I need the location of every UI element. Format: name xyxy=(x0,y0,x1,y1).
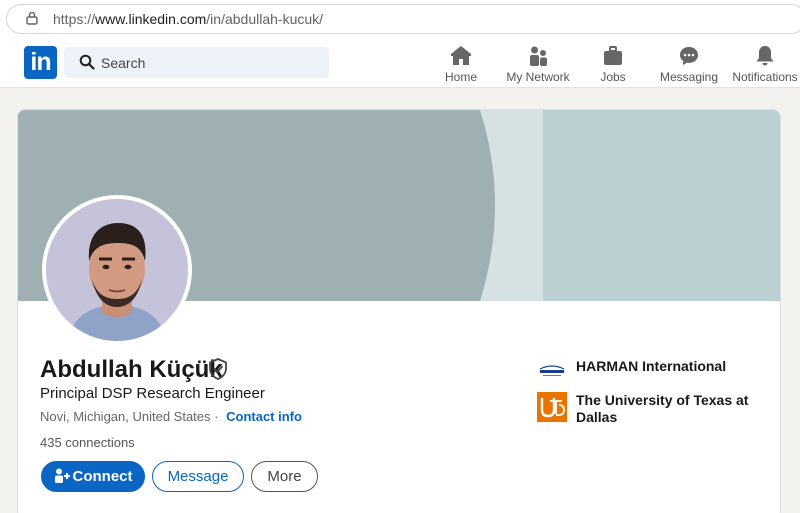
message-button[interactable]: Message xyxy=(152,461,244,492)
messaging-icon xyxy=(680,47,698,65)
browser-address-bar: https://www.linkedin.com/in/abdullah-kuc… xyxy=(0,0,800,38)
url-text[interactable]: https://www.linkedin.com/in/abdullah-kuc… xyxy=(53,11,323,27)
nav-home[interactable]: Home xyxy=(421,44,501,84)
search-bar[interactable]: Search xyxy=(64,47,329,78)
harman-logo-icon xyxy=(537,356,567,386)
nav-label: Home xyxy=(444,70,477,84)
person-photo-icon xyxy=(46,199,188,341)
bell-icon xyxy=(756,46,774,66)
home-icon xyxy=(451,46,471,65)
nav-jobs[interactable]: Jobs xyxy=(573,44,653,84)
contact-info-link[interactable]: Contact info xyxy=(226,409,302,424)
nav-messaging[interactable]: Messaging xyxy=(649,44,729,84)
profile-photo[interactable] xyxy=(42,195,192,345)
search-input[interactable]: Search xyxy=(101,55,145,71)
utd-logo-icon xyxy=(537,392,567,422)
nav-notifications[interactable]: Notifications xyxy=(725,44,800,84)
linkedin-logo[interactable]: in xyxy=(24,46,57,79)
verified-shield-icon[interactable] xyxy=(208,358,228,380)
add-person-icon xyxy=(54,468,70,483)
profile-card: Abdullah Küçük Principal DSP Research En… xyxy=(17,109,781,513)
search-icon xyxy=(79,54,95,70)
connect-label: Connect xyxy=(72,468,133,485)
nav-label: Notifications xyxy=(732,70,798,84)
nav-label: My Network xyxy=(506,70,570,84)
lock-icon[interactable] xyxy=(26,11,38,25)
network-icon xyxy=(530,46,547,66)
nav-label: Messaging xyxy=(659,70,719,84)
profile-name: Abdullah Küçük xyxy=(40,356,223,383)
connect-button[interactable]: Connect xyxy=(41,461,145,492)
location-row: Novi, Michigan, United States · Contact … xyxy=(40,409,302,424)
nav-my-network[interactable]: My Network xyxy=(498,44,578,84)
connections-count: 435 connections xyxy=(40,435,135,450)
org-name: The University of Texas at Dallas xyxy=(576,392,749,425)
profile-location: Novi, Michigan, United States xyxy=(40,409,211,424)
nav-label: Jobs xyxy=(600,70,626,84)
more-button[interactable]: More xyxy=(251,461,318,492)
profile-headline: Principal DSP Research Engineer xyxy=(40,385,265,402)
separator: · xyxy=(214,409,219,424)
org-name: HARMAN International xyxy=(576,358,727,374)
briefcase-icon xyxy=(604,46,622,65)
top-nav: in Search Home My Network Jobs Messaging xyxy=(0,38,800,88)
